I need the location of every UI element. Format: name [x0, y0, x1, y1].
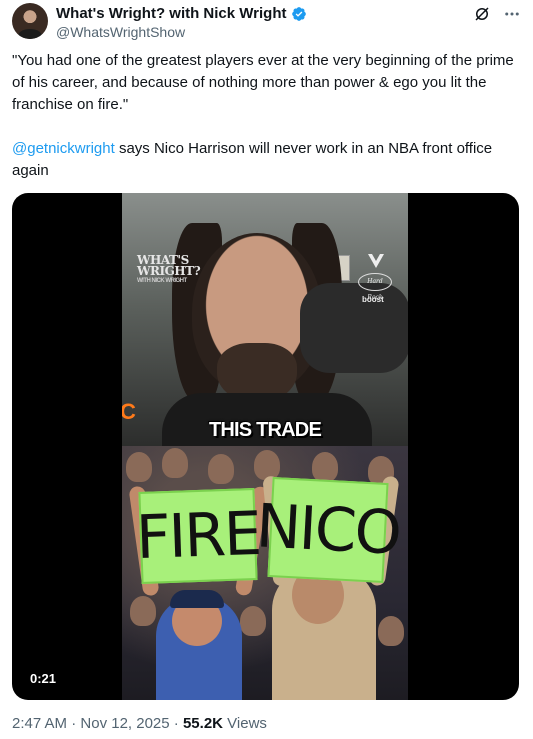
meta-separator: ·: [67, 715, 81, 732]
author-name-row: What's Wright? with Nick Wright: [56, 5, 307, 23]
sponsor-boost-logo: boost: [362, 295, 384, 304]
tweet-date[interactable]: Nov 12, 2025: [80, 715, 169, 732]
verified-badge-icon: [291, 7, 306, 21]
more-icon[interactable]: [503, 5, 521, 23]
sponsor-v-logo: [368, 254, 384, 268]
crowd-person: [312, 452, 338, 482]
tweet-meta: 2:47 AM · Nov 12, 2025 · 55.2K Views: [12, 715, 267, 733]
crowd-person: [126, 452, 152, 482]
author-avatar[interactable]: [12, 3, 48, 39]
sponsor-hardrock-logo: Hard Rock: [358, 273, 392, 301]
show-logo-line2: WRIGHT?: [137, 264, 201, 278]
video-duration: 0:21: [24, 669, 63, 689]
video-player[interactable]: WHAT'S WRIGHT? WITH NICK WRIGHT Hard Roc…: [12, 193, 519, 700]
tweet-body: @getnickwright says Nico Harrison will n…: [12, 138, 522, 182]
crowd-person: [254, 450, 280, 480]
show-logo-tag: WITH NICK WRIGHT: [137, 278, 187, 284]
host-scene: WHAT'S WRIGHT? WITH NICK WRIGHT Hard Roc…: [122, 193, 408, 446]
author-display-name[interactable]: What's Wright? with Nick Wright: [56, 5, 287, 23]
tweet-quote: "You had one of the greatest players eve…: [12, 52, 514, 113]
views-label: Views: [223, 715, 267, 732]
video-frame: WHAT'S WRIGHT? WITH NICK WRIGHT Hard Roc…: [122, 193, 408, 700]
mention-link[interactable]: @getnickwright: [12, 140, 115, 157]
meta-separator: ·: [169, 715, 183, 732]
fan-left-cap: [170, 590, 224, 608]
show-logo: WHAT'S WRIGHT? WITH NICK WRIGHT: [137, 254, 201, 285]
sign-nico: NICO: [254, 477, 402, 583]
tweet-text: "You had one of the greatest players eve…: [12, 50, 522, 182]
views-count[interactable]: 55.2K: [183, 715, 223, 732]
crowd-person: [378, 616, 404, 646]
crowd-person: [162, 448, 188, 478]
sign-fire: FIRE: [135, 488, 261, 584]
crowd-scene: FIRE NICO: [122, 446, 408, 700]
crowd-person: [240, 606, 266, 636]
microphone: [300, 283, 408, 373]
author-handle[interactable]: @WhatsWrightShow: [56, 23, 185, 41]
crowd-person: [130, 596, 156, 626]
tweet-header: What's Wright? with Nick Wright @WhatsWr…: [12, 3, 521, 43]
video-caption: THIS TRADE: [208, 419, 322, 441]
grok-icon[interactable]: [473, 5, 491, 23]
tweet-time[interactable]: 2:47 AM: [12, 715, 67, 732]
crowd-person: [208, 454, 234, 484]
